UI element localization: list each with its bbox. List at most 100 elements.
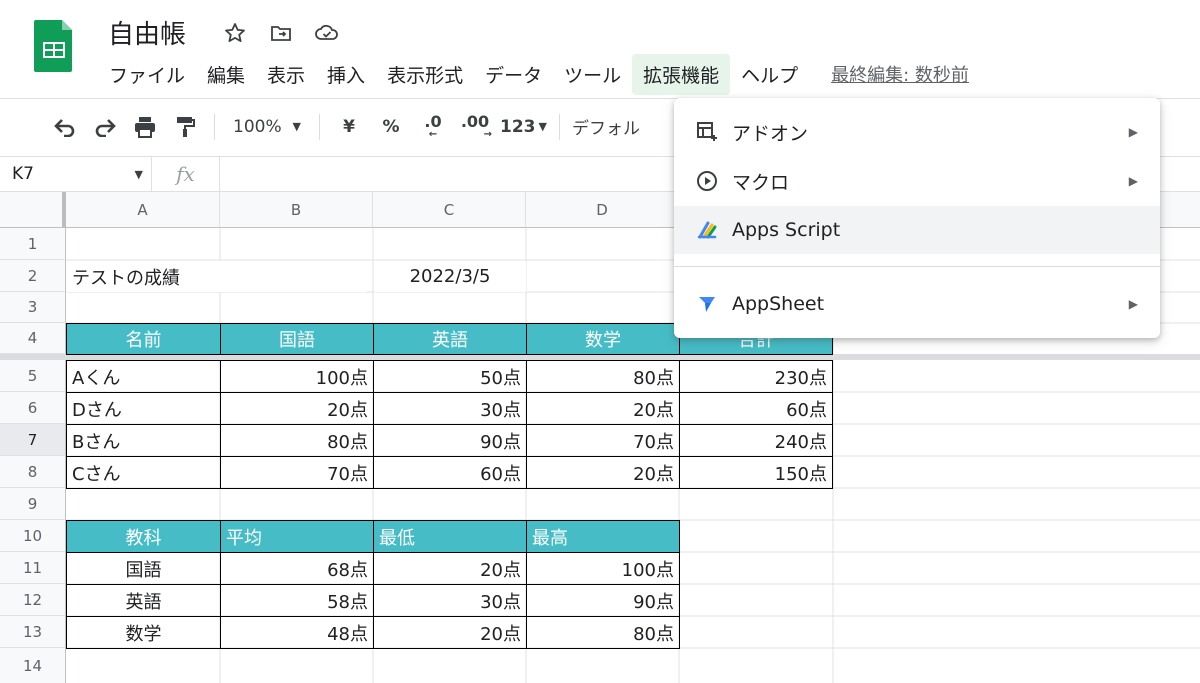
summary-header-cell[interactable]: 平均 bbox=[220, 520, 374, 553]
move-to-folder-icon[interactable] bbox=[266, 18, 296, 48]
score-cell[interactable]: Aくん bbox=[66, 360, 221, 393]
row-header[interactable]: 9 bbox=[0, 488, 66, 520]
row-header[interactable]: 11 bbox=[0, 552, 66, 584]
document-title[interactable]: 自由帳 bbox=[108, 14, 186, 51]
summary-cell[interactable]: 48点 bbox=[220, 616, 374, 649]
toolbar-divider bbox=[558, 113, 560, 140]
header-cell[interactable]: 国語 bbox=[220, 323, 374, 355]
last-edit-link[interactable]: 最終編集: 数秒前 bbox=[831, 61, 969, 87]
summary-cell[interactable]: 20点 bbox=[373, 552, 527, 585]
zoom-select[interactable]: 100% ▼ bbox=[227, 109, 307, 145]
row-header[interactable]: 8 bbox=[0, 456, 66, 488]
score-cell[interactable]: Cさん bbox=[66, 456, 221, 489]
menu-tools[interactable]: ツール bbox=[553, 54, 632, 95]
row-header[interactable]: 13 bbox=[0, 616, 66, 648]
percent-format-button[interactable]: % bbox=[374, 109, 408, 145]
score-cell[interactable]: 240点 bbox=[679, 424, 833, 457]
menu-view[interactable]: 表示 bbox=[256, 54, 316, 95]
column-header-b[interactable]: B bbox=[220, 192, 373, 228]
summary-cell[interactable]: 国語 bbox=[66, 552, 221, 585]
summary-cell[interactable]: 20点 bbox=[373, 616, 527, 649]
summary-cell[interactable]: 68点 bbox=[220, 552, 374, 585]
menu-file[interactable]: ファイル bbox=[98, 54, 196, 95]
column-header-c[interactable]: C bbox=[373, 192, 526, 228]
summary-cell[interactable]: 90点 bbox=[526, 584, 680, 617]
summary-cell[interactable]: 数学 bbox=[66, 616, 221, 649]
score-cell[interactable]: 230点 bbox=[679, 360, 833, 393]
print-icon[interactable] bbox=[128, 109, 162, 145]
appsheet-icon bbox=[694, 291, 720, 317]
sheets-logo-icon[interactable] bbox=[34, 18, 74, 74]
row-header[interactable]: 10 bbox=[0, 520, 66, 552]
menu-format[interactable]: 表示形式 bbox=[376, 54, 474, 95]
summary-cell[interactable]: 58点 bbox=[220, 584, 374, 617]
paint-format-icon[interactable] bbox=[168, 109, 202, 145]
header-cell[interactable]: 数学 bbox=[526, 323, 680, 355]
score-cell[interactable]: 20点 bbox=[526, 456, 680, 489]
column-header-a[interactable]: A bbox=[66, 192, 220, 228]
score-cell[interactable]: 70点 bbox=[220, 456, 374, 489]
row-header[interactable]: 14 bbox=[0, 648, 66, 683]
summary-cell[interactable]: 英語 bbox=[66, 584, 221, 617]
star-icon[interactable] bbox=[220, 18, 250, 48]
increase-decimal-button[interactable]: .00 → bbox=[458, 109, 492, 145]
column-header-d[interactable]: D bbox=[526, 192, 679, 228]
decrease-decimal-button[interactable]: .0 ← bbox=[416, 109, 450, 145]
cloud-saved-icon[interactable] bbox=[312, 18, 342, 48]
summary-header-cell[interactable]: 最低 bbox=[373, 520, 527, 553]
arrow-right-icon: → bbox=[483, 128, 492, 140]
row-header-selected[interactable]: 7 bbox=[0, 424, 66, 456]
font-select[interactable]: デフォル bbox=[572, 109, 640, 145]
score-cell[interactable]: 150点 bbox=[679, 456, 833, 489]
score-cell[interactable]: 50点 bbox=[373, 360, 527, 393]
score-cell[interactable]: 30点 bbox=[373, 392, 527, 425]
menu-edit[interactable]: 編集 bbox=[196, 54, 256, 95]
row-header[interactable]: 1 bbox=[0, 228, 66, 260]
score-cell[interactable]: 90点 bbox=[373, 424, 527, 457]
number-format-select[interactable]: 123 ▼ bbox=[500, 109, 547, 145]
menu-item-appsheet[interactable]: AppSheet ▶ bbox=[674, 280, 1160, 328]
cell-a2[interactable]: テストの成績 bbox=[67, 261, 367, 292]
menu-item-addons[interactable]: アドオン ▶ bbox=[674, 108, 1160, 156]
zoom-value: 100% bbox=[233, 116, 282, 137]
row-header[interactable]: 2 bbox=[0, 260, 66, 292]
summary-cell[interactable]: 30点 bbox=[373, 584, 527, 617]
summary-header-cell[interactable]: 最高 bbox=[526, 520, 680, 553]
menu-item-macros[interactable]: マクロ ▶ bbox=[674, 157, 1160, 205]
score-cell[interactable]: 20点 bbox=[220, 392, 374, 425]
summary-cell[interactable]: 80点 bbox=[526, 616, 680, 649]
summary-cell[interactable]: 100点 bbox=[526, 552, 680, 585]
toolbar-divider bbox=[319, 113, 320, 140]
row-header[interactable]: 3 bbox=[0, 292, 66, 323]
score-cell[interactable]: 80点 bbox=[220, 424, 374, 457]
row-header[interactable]: 6 bbox=[0, 392, 66, 424]
redo-icon[interactable] bbox=[88, 109, 122, 145]
score-cell[interactable]: 70点 bbox=[526, 424, 680, 457]
row-header[interactable]: 5 bbox=[0, 360, 66, 392]
menu-help[interactable]: ヘルプ bbox=[730, 54, 809, 95]
row-header[interactable]: 12 bbox=[0, 584, 66, 616]
menu-data[interactable]: データ bbox=[474, 54, 553, 95]
row-header[interactable]: 4 bbox=[0, 323, 66, 354]
summary-header-cell[interactable]: 教科 bbox=[66, 520, 221, 553]
score-cell[interactable]: 100点 bbox=[220, 360, 374, 393]
cell-c2[interactable]: 2022/3/5 bbox=[374, 261, 526, 292]
score-cell[interactable]: 80点 bbox=[526, 360, 680, 393]
score-cell[interactable]: 60点 bbox=[679, 392, 833, 425]
score-cell[interactable]: 20点 bbox=[526, 392, 680, 425]
arrow-left-icon: ← bbox=[428, 128, 438, 140]
currency-format-button[interactable]: ¥ bbox=[332, 109, 366, 145]
menu-extensions[interactable]: 拡張機能 bbox=[632, 53, 731, 95]
extensions-dropdown-menu: アドオン ▶ マクロ ▶ Apps Script AppSheet ▶ bbox=[674, 98, 1160, 338]
name-box[interactable]: K7 ▼ bbox=[0, 157, 152, 191]
score-cell[interactable]: Dさん bbox=[66, 392, 221, 425]
score-cell[interactable]: 60点 bbox=[373, 456, 527, 489]
header-cell[interactable]: 名前 bbox=[66, 323, 221, 355]
undo-icon[interactable] bbox=[48, 109, 82, 145]
menu-item-apps-script[interactable]: Apps Script bbox=[674, 206, 1160, 254]
menu-insert[interactable]: 挿入 bbox=[316, 54, 376, 95]
select-all-corner[interactable] bbox=[0, 192, 66, 228]
score-cell[interactable]: Bさん bbox=[66, 424, 221, 457]
header-cell[interactable]: 英語 bbox=[373, 323, 527, 355]
chevron-down-icon: ▼ bbox=[134, 167, 143, 181]
